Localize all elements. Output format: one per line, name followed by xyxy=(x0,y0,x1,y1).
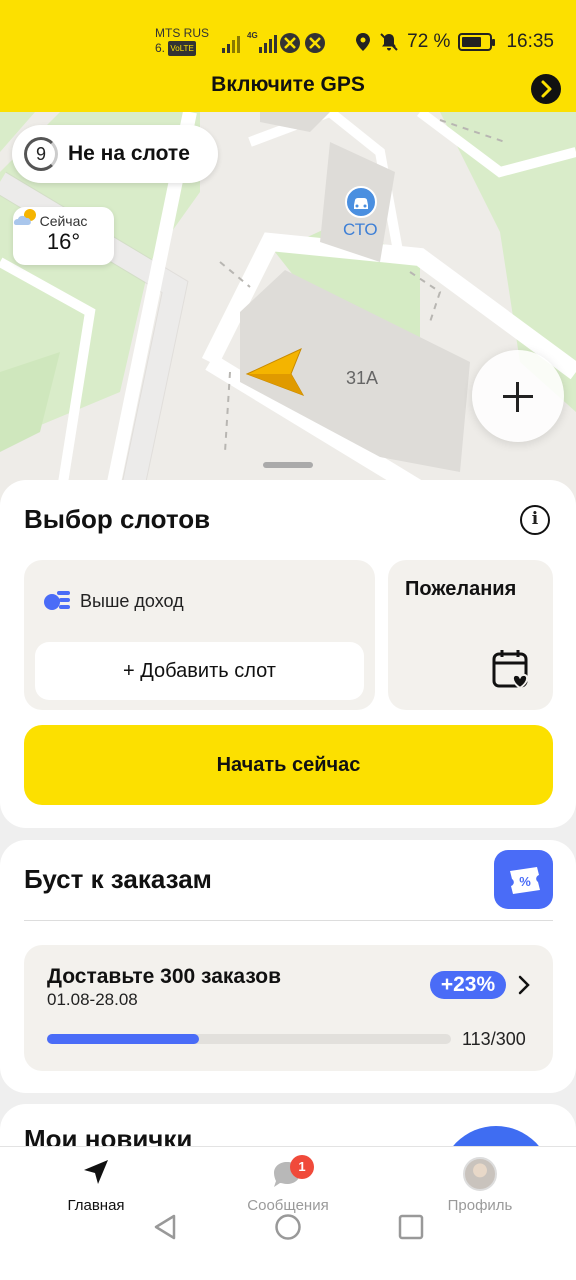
divider xyxy=(24,920,553,921)
coins-icon xyxy=(44,591,70,610)
progress-text: 113/300 xyxy=(462,1029,526,1049)
map-view[interactable]: 9 Не на слоте Сейчас 16° СТО 31А xyxy=(0,112,576,502)
nav-home[interactable]: Главная xyxy=(21,1157,171,1214)
mute-icon xyxy=(380,33,398,51)
weather-widget[interactable]: Сейчас 16° xyxy=(13,207,114,265)
car-service-icon[interactable] xyxy=(345,186,377,218)
nav-messages[interactable]: 1 Сообщения xyxy=(213,1155,363,1214)
slot-status-pill[interactable]: 9 Не на слоте xyxy=(12,125,218,183)
zoom-in-button[interactable] xyxy=(472,350,564,442)
sim-icons xyxy=(280,33,325,53)
avatar xyxy=(463,1157,497,1191)
partly-cloudy-icon xyxy=(13,209,36,225)
carrier-info: MTS RUS 6. VoLTE xyxy=(155,26,209,57)
slot-selection-card: Выбор слотов i Выше доход + Добавить сло… xyxy=(0,480,576,828)
bonus-badge: +23% xyxy=(430,971,506,999)
messages-badge: 1 xyxy=(290,1155,314,1179)
slot-counter: 9 xyxy=(24,137,58,171)
boost-card: Буст к заказам % Доставьте 300 заказов 0… xyxy=(0,840,576,1093)
battery-icon xyxy=(458,33,496,51)
status-bar: MTS RUS 6. VoLTE 4G 72 % 16:35 xyxy=(0,0,576,70)
progress-fill xyxy=(47,1034,200,1044)
wishes-button[interactable]: Пожелания xyxy=(388,560,553,710)
recents-icon[interactable] xyxy=(396,1212,426,1242)
goal-title: Доставьте 300 заказов xyxy=(47,965,281,988)
goal-date-range: 01.08-28.08 xyxy=(47,990,138,1009)
add-slot-button[interactable]: + Добавить слот xyxy=(35,642,364,700)
signal-4g-icon: 4G xyxy=(247,31,277,53)
info-icon[interactable]: i xyxy=(520,505,550,535)
chevron-right-icon[interactable] xyxy=(531,74,561,104)
slot-box: Выше доход + Добавить слот xyxy=(24,560,375,710)
calendar-heart-icon xyxy=(492,650,529,690)
nav-profile[interactable]: Профиль xyxy=(405,1157,555,1214)
slot-status-text: Не на слоте xyxy=(68,142,190,165)
boost-goal-item[interactable]: Доставьте 300 заказов 01.08-28.08 +23% 1… xyxy=(24,945,553,1071)
slot-card-title: Выбор слотов xyxy=(24,504,211,534)
volte-badge: VoLTE xyxy=(168,41,196,57)
carrier-name: MTS RUS xyxy=(155,26,209,40)
navigation-arrow-icon xyxy=(84,1160,108,1184)
progress-bar xyxy=(47,1034,451,1044)
temperature: 16° xyxy=(46,229,81,254)
discount-ticket-icon[interactable]: % xyxy=(494,850,553,909)
poi-label: СТО xyxy=(343,220,378,239)
chevron-right-icon xyxy=(518,975,530,995)
gps-banner-text[interactable]: Включите GPS xyxy=(0,73,576,97)
sheet-drag-handle[interactable] xyxy=(263,462,313,468)
back-icon[interactable] xyxy=(150,1212,180,1242)
income-label: Выше доход xyxy=(80,591,184,611)
battery-percent: 72 % xyxy=(407,31,451,52)
top-header: MTS RUS 6. VoLTE 4G 72 % 16:35 Включите … xyxy=(0,0,576,112)
clock: 16:35 xyxy=(506,31,554,52)
building-label: 31А xyxy=(346,368,379,388)
svg-text:%: % xyxy=(519,874,531,889)
wishes-title: Пожелания xyxy=(405,578,517,600)
boost-card-title: Буст к заказам xyxy=(24,864,212,894)
start-now-button[interactable]: Начать сейчас xyxy=(24,725,553,805)
system-nav-bar xyxy=(0,1212,576,1280)
home-icon[interactable] xyxy=(273,1212,303,1242)
signal-icon xyxy=(222,33,242,53)
carrier-sub: 6. xyxy=(155,41,166,55)
location-icon xyxy=(356,33,371,51)
status-right: 72 % 16:35 xyxy=(355,31,554,53)
